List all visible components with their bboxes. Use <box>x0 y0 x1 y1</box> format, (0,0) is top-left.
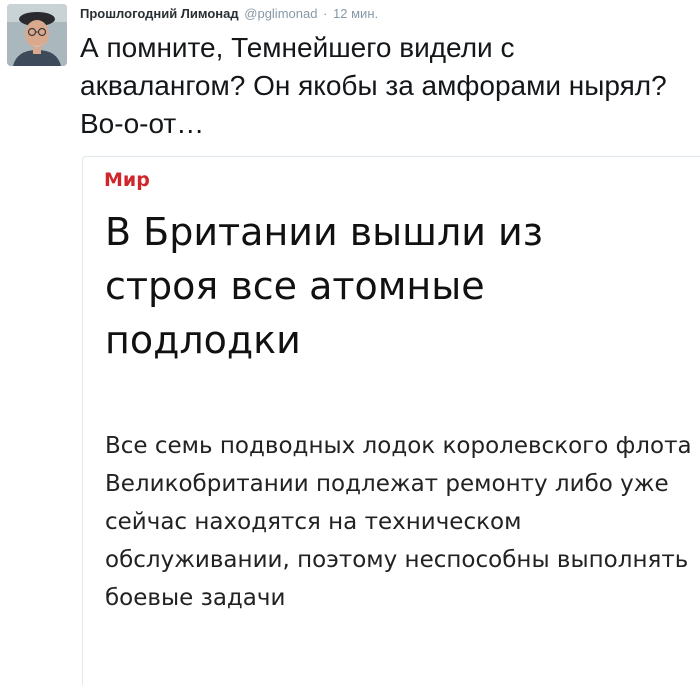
card-category: Мир <box>104 169 150 191</box>
card-headline: В Британии вышли из строя все атомные по… <box>105 210 543 362</box>
author-display-name[interactable]: Прошлогодний Лимонад <box>80 6 239 21</box>
card-lead: Все семь подводных лодок королевского фл… <box>105 433 692 611</box>
author-avatar[interactable] <box>7 4 67 66</box>
header-separator: · <box>323 6 328 21</box>
news-link-card[interactable]: Мир В Британии вышли из строя все атомны… <box>82 156 700 685</box>
tweet-header: Прошлогодний Лимонад @pglimonad · 12 мин… <box>80 6 378 26</box>
author-handle[interactable]: @pglimonad <box>244 6 317 21</box>
avatar-photo-icon <box>7 4 67 66</box>
tweet-timestamp[interactable]: 12 мин. <box>333 6 378 21</box>
tweet-text: А помните, Темнейшего видели с акваланго… <box>80 32 667 139</box>
tweet: Прошлогодний Лимонад @pglimonad · 12 мин… <box>0 0 700 685</box>
